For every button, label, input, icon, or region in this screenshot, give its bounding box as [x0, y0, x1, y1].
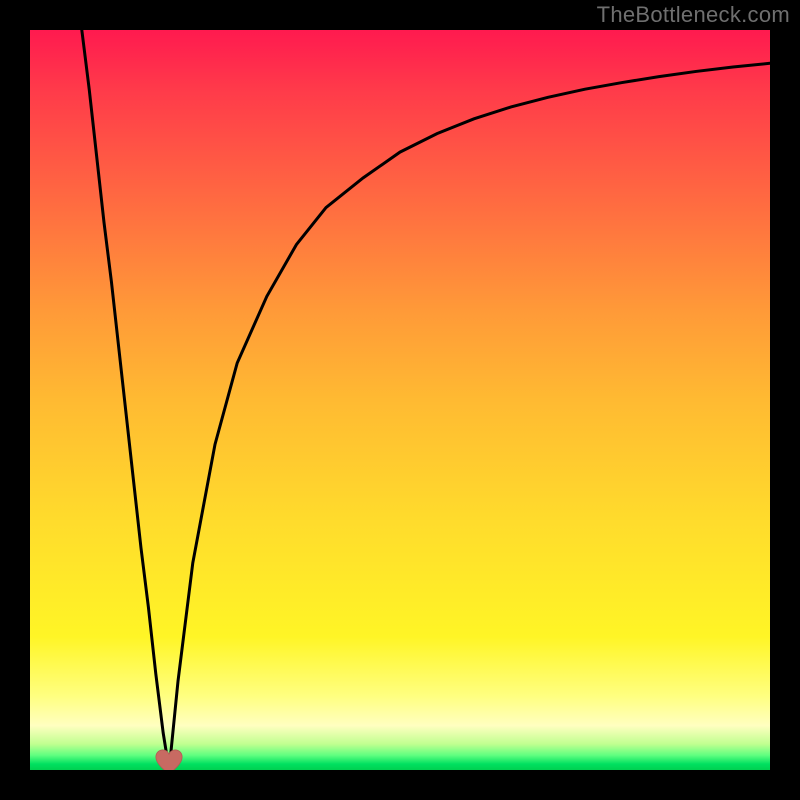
watermark-text: TheBottleneck.com [597, 2, 790, 28]
curve-right-branch [169, 63, 770, 770]
curve-left-branch [82, 30, 169, 770]
bottleneck-curve [30, 30, 770, 770]
chart-frame: TheBottleneck.com [0, 0, 800, 800]
plot-area [30, 30, 770, 770]
